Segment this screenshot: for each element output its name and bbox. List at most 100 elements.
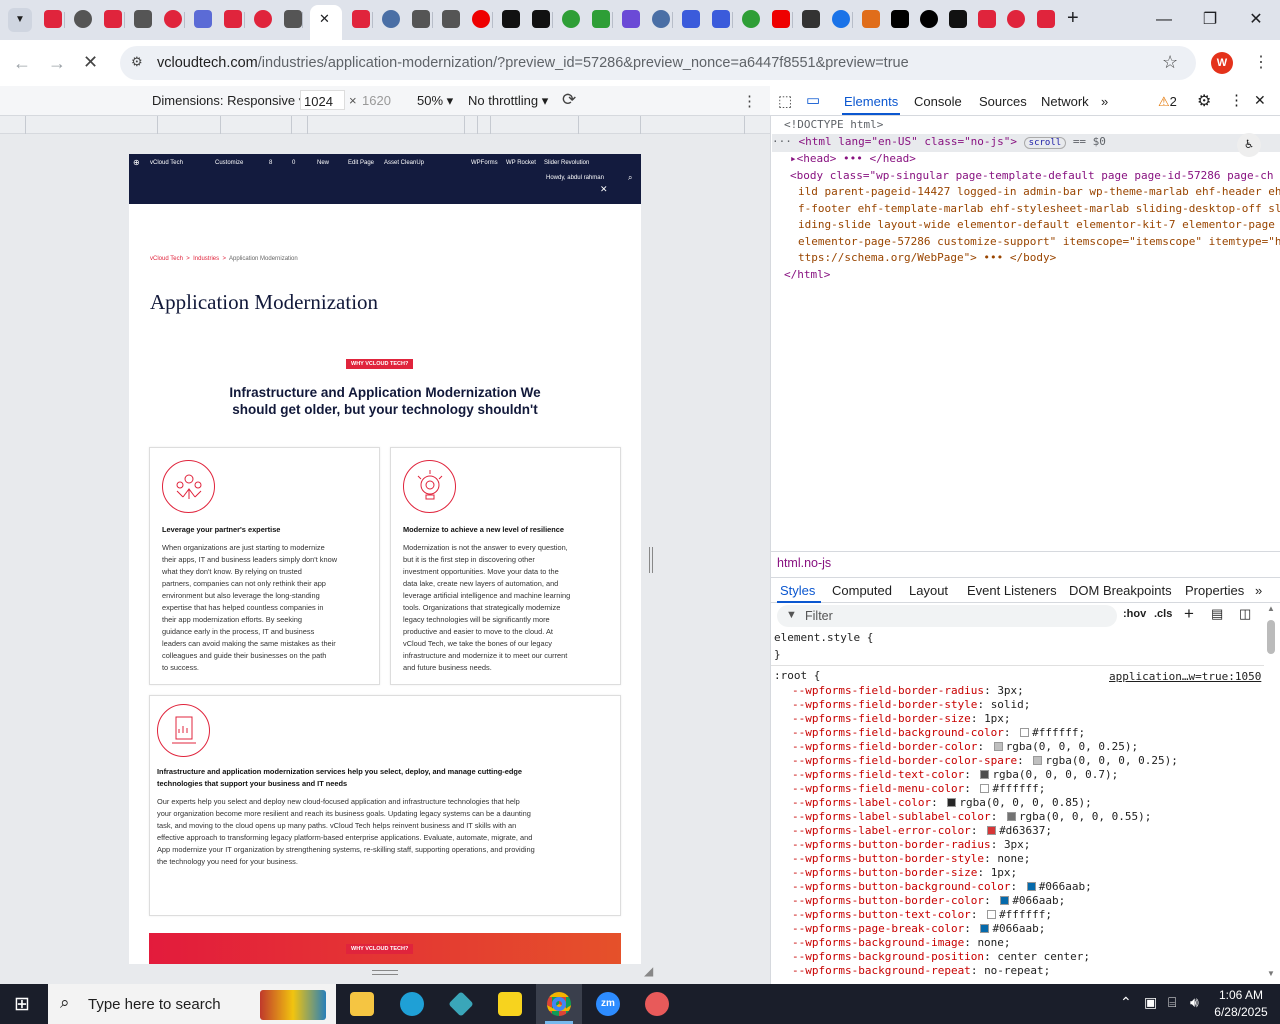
issues-warning-icon[interactable]: ⚠2	[1158, 94, 1177, 110]
wordpress-logo-icon[interactable]: ⊕	[133, 158, 140, 167]
admin-item-new[interactable]: New	[317, 160, 329, 166]
new-tab-button[interactable]: +	[1067, 7, 1079, 30]
css-property[interactable]: --wpforms-label-error-color: #d63637;	[792, 824, 1052, 837]
tab-favicon-icon[interactable]	[862, 10, 880, 28]
css-property[interactable]: --wpforms-background-image: none;	[792, 936, 1011, 949]
tab-favicon-icon[interactable]	[164, 10, 182, 28]
tab-console[interactable]: Console	[914, 94, 962, 109]
css-property[interactable]: --wpforms-page-break-color: #066aab;	[792, 922, 1045, 935]
css-property[interactable]: --wpforms-field-border-color: rgba(0, 0,…	[792, 740, 1138, 753]
css-property[interactable]: --wpforms-field-menu-color: #ffffff;	[792, 782, 1045, 795]
tab-dom-breakpoints[interactable]: DOM Breakpoints	[1069, 583, 1172, 598]
admin-item-updates[interactable]: 8	[269, 160, 272, 166]
menu-close-icon[interactable]: ✕	[600, 184, 608, 195]
dimensions-dropdown[interactable]: Dimensions: Responsive ▾	[152, 93, 305, 109]
tab-computed[interactable]: Computed	[832, 583, 892, 598]
breadcrumb-industries[interactable]: Industries	[193, 256, 219, 262]
color-swatch[interactable]	[987, 910, 997, 919]
tab-favicon-icon[interactable]	[134, 10, 152, 28]
forward-icon[interactable]: →	[48, 53, 66, 74]
dom-body-node[interactable]: <body class="wp-singular page-template-d…	[790, 168, 1280, 266]
tab-favicon-icon[interactable]	[44, 10, 62, 28]
more-style-tabs-icon[interactable]: »	[1255, 583, 1262, 598]
tab-favicon-icon[interactable]	[592, 10, 610, 28]
admin-item-asset-cleanup[interactable]: Asset CleanUp	[384, 160, 424, 166]
admin-item-customize[interactable]: Customize	[215, 160, 243, 166]
tab-favicon-icon[interactable]	[412, 10, 430, 28]
color-swatch[interactable]	[980, 784, 990, 793]
tab-properties[interactable]: Properties	[1185, 583, 1244, 598]
new-rule-icon[interactable]: +	[1184, 604, 1194, 624]
admin-item-comments[interactable]: 0	[292, 160, 295, 166]
stop-loading-icon[interactable]: ✕	[83, 52, 98, 73]
tab-favicon-icon[interactable]	[920, 10, 938, 28]
css-property[interactable]: --wpforms-field-background-color: #fffff…	[792, 726, 1085, 739]
color-swatch[interactable]	[947, 798, 957, 807]
css-property[interactable]: --wpforms-background-repeat: no-repeat;	[792, 964, 1050, 977]
rotate-icon[interactable]: ⟳	[562, 90, 576, 110]
resize-handle-right[interactable]	[649, 547, 653, 573]
color-swatch[interactable]	[1000, 896, 1010, 905]
css-property[interactable]: --wpforms-button-border-radius: 3px;	[792, 838, 1030, 851]
taskbar-clock[interactable]: 1:06 AM 6/28/2025	[1206, 987, 1276, 1021]
throttling-dropdown[interactable]: No throttling ▾	[468, 93, 548, 109]
sticky-notes-icon[interactable]	[498, 992, 522, 1016]
root-selector[interactable]: :root {	[774, 669, 820, 682]
css-property[interactable]: --wpforms-field-border-color-spare: rgba…	[792, 754, 1178, 767]
tab-favicon-icon[interactable]	[382, 10, 400, 28]
file-explorer-icon[interactable]	[350, 992, 374, 1016]
tab-favicon-icon[interactable]	[712, 10, 730, 28]
tab-favicon-icon[interactable]	[772, 10, 790, 28]
tab-search-button[interactable]: ▼	[8, 8, 32, 32]
tab-favicon-icon[interactable]	[1037, 10, 1055, 28]
tab-network[interactable]: Network	[1041, 94, 1089, 109]
tab-favicon-icon[interactable]	[742, 10, 760, 28]
tab-favicon-icon[interactable]	[802, 10, 820, 28]
tray-wifi-icon[interactable]: ⌸	[1168, 994, 1176, 1011]
back-icon[interactable]: ←	[13, 53, 31, 74]
inspect-element-icon[interactable]: ⬚	[778, 92, 792, 110]
chrome-menu-icon[interactable]: ⋮	[1253, 52, 1269, 72]
color-swatch[interactable]	[1006, 812, 1016, 821]
bookmark-star-icon[interactable]: ☆	[1162, 52, 1178, 73]
tab-favicon-icon[interactable]	[74, 10, 92, 28]
dom-html-node[interactable]: ··· <html lang="en-US" class="no-js"> sc…	[772, 134, 1280, 152]
admin-greeting[interactable]: Howdy, abdul rahman	[546, 175, 604, 181]
css-property[interactable]: --wpforms-field-text-color: rgba(0, 0, 0…	[792, 768, 1118, 781]
resize-handle-corner[interactable]: ◢	[644, 964, 653, 978]
scroll-up-arrow[interactable]: ▲	[1267, 604, 1275, 613]
cls-toggle[interactable]: .cls	[1154, 608, 1172, 620]
active-tab-close-icon[interactable]: ✕	[319, 11, 330, 27]
tab-favicon-icon[interactable]	[284, 10, 302, 28]
paint-icon[interactable]: ▤	[1211, 606, 1223, 622]
css-property[interactable]: --wpforms-background-position: center ce…	[792, 950, 1090, 963]
css-property[interactable]: --wpforms-label-color: rgba(0, 0, 0, 0.8…	[792, 796, 1092, 809]
filter-input[interactable]: ▼ Filter	[777, 605, 1117, 627]
admin-item-wpforms[interactable]: WPForms	[471, 160, 498, 166]
sidebar-toggle-icon[interactable]: ◫	[1239, 606, 1251, 622]
scroll-down-arrow[interactable]: ▼	[1267, 969, 1275, 978]
admin-item-site[interactable]: vCloud Tech	[150, 160, 183, 166]
tab-favicon-icon[interactable]	[832, 10, 850, 28]
tab-favicon-icon[interactable]	[352, 10, 370, 28]
tab-event-listeners[interactable]: Event Listeners	[967, 583, 1057, 598]
tab-favicon-icon[interactable]	[652, 10, 670, 28]
width-input[interactable]: 1024	[300, 90, 345, 110]
dom-head-node[interactable]: ▸<head> ••• </head>	[790, 151, 916, 168]
tab-favicon-icon[interactable]	[442, 10, 460, 28]
taskbar-search[interactable]: ⌕ Type here to search	[48, 984, 336, 1024]
tab-favicon-icon[interactable]	[949, 10, 967, 28]
tab-favicon-icon[interactable]	[532, 10, 550, 28]
dom-doctype[interactable]: <!DOCTYPE html>	[784, 117, 883, 134]
admin-search-icon[interactable]: ⌕	[628, 173, 632, 183]
css-property[interactable]: --wpforms-field-border-size: 1px;	[792, 712, 1011, 725]
edge-icon[interactable]	[400, 992, 424, 1016]
css-property[interactable]: --wpforms-label-sublabel-color: rgba(0, …	[792, 810, 1151, 823]
tab-favicon-icon[interactable]	[104, 10, 122, 28]
tab-favicon-icon[interactable]	[562, 10, 580, 28]
site-info-icon[interactable]: ⚙	[131, 54, 143, 70]
tab-favicon-icon[interactable]	[978, 10, 996, 28]
windows-start-icon[interactable]: ⊞	[14, 993, 30, 1016]
restore-button[interactable]: ❐	[1197, 8, 1223, 32]
more-tabs-icon[interactable]: »	[1101, 94, 1108, 109]
